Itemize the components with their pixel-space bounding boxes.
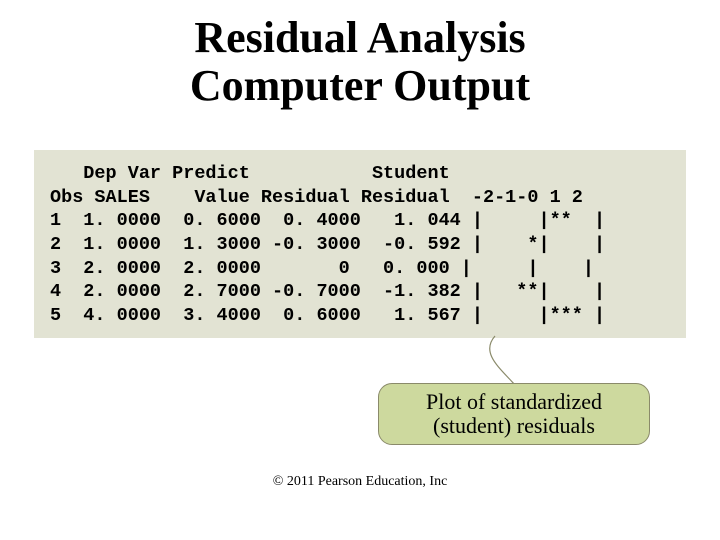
title-line-2: Computer Output (190, 61, 530, 110)
output-header-2: Obs SALES Value Residual Residual -2-1-0… (50, 187, 583, 208)
output-row-5: 5 4. 0000 3. 4000 0. 6000 1. 567 | |*** … (50, 305, 605, 326)
slide: Residual Analysis Computer Output Dep Va… (0, 0, 720, 540)
slide-title: Residual Analysis Computer Output (0, 0, 720, 109)
output-row-1: 1 1. 0000 0. 6000 0. 4000 1. 044 | |** | (50, 210, 605, 231)
callout-line-2: (student) residuals (433, 413, 595, 438)
output-row-4: 4 2. 0000 2. 7000 -0. 7000 -1. 382 | **|… (50, 281, 605, 302)
output-panel: Dep Var Predict Student Obs SALES Value … (34, 150, 686, 338)
title-line-1: Residual Analysis (194, 13, 525, 62)
callout-connector-line (460, 333, 530, 388)
output-row-3: 3 2. 0000 2. 0000 0 0. 000 | | | (50, 258, 594, 279)
copyright-text: © 2011 Pearson Education, Inc (0, 474, 720, 490)
output-row-2: 2 1. 0000 1. 3000 -0. 3000 -0. 592 | *| … (50, 234, 605, 255)
callout-text: Plot of standardized (student) residuals (426, 390, 602, 438)
output-header-1: Dep Var Predict Student (50, 163, 450, 184)
callout-line-1: Plot of standardized (426, 389, 602, 414)
callout-box: Plot of standardized (student) residuals (378, 383, 650, 445)
